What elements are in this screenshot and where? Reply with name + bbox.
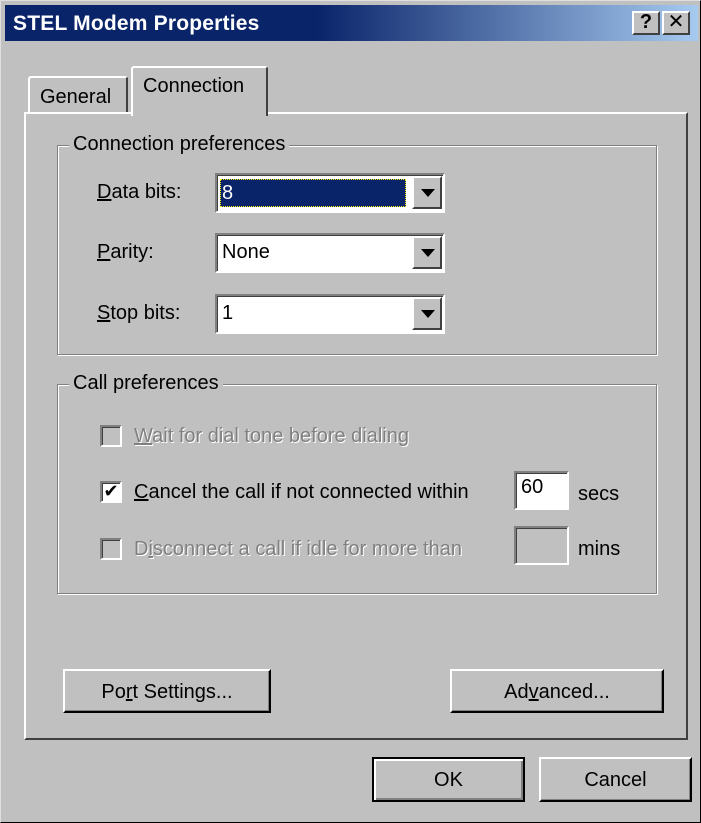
parity-value: None — [222, 241, 270, 263]
tab-general-label: General — [40, 86, 112, 108]
modem-properties-dialog: STEL Modem Properties ? ✕ General Connec… — [0, 0, 701, 823]
ok-label: OK — [434, 769, 463, 791]
cancel-call-seconds-input[interactable]: 60 — [514, 471, 569, 510]
stop-bits-select[interactable]: 1 — [215, 294, 445, 334]
data-bits-select[interactable]: 8 — [215, 173, 445, 213]
disconnect-idle-checkbox[interactable] — [100, 538, 122, 560]
wait-dial-tone-label: Wait for dial tone before dialing — [134, 425, 409, 447]
disconnect-idle-minutes-input[interactable] — [514, 526, 569, 565]
help-button[interactable]: ? — [632, 11, 660, 35]
title-bar[interactable]: STEL Modem Properties ? ✕ — [5, 5, 698, 41]
stop-bits-dropdown-arrow[interactable] — [412, 297, 442, 330]
stop-bits-value: 1 — [222, 302, 234, 324]
mins-unit-label: mins — [578, 538, 621, 560]
call-preferences-legend: Call preferences — [69, 372, 223, 395]
connection-preferences-legend: Connection preferences — [69, 133, 290, 156]
secs-unit-label: secs — [578, 483, 620, 505]
stop-bits-label: Stop bits: — [97, 302, 181, 324]
data-bits-dropdown-arrow[interactable] — [412, 176, 442, 209]
window-title: STEL Modem Properties — [13, 12, 260, 35]
parity-select[interactable]: None — [215, 233, 445, 273]
tab-connection-label: Connection — [143, 75, 245, 97]
port-settings-button[interactable]: Port Settings... — [63, 669, 271, 713]
wait-dial-tone-checkbox[interactable] — [100, 425, 122, 447]
cancel-call-label: Cancel the call if not connected within — [134, 481, 469, 503]
disconnect-idle-label: Disconnect a call if idle for more than — [134, 538, 462, 560]
tab-connection[interactable]: Connection — [131, 66, 268, 116]
cancel-call-checkbox[interactable]: ✔ — [100, 481, 122, 503]
checkmark-icon: ✔ — [103, 481, 119, 501]
parity-dropdown-arrow[interactable] — [412, 236, 442, 269]
advanced-label: Advanced... — [504, 681, 610, 703]
question-mark-icon: ? — [639, 11, 653, 33]
tab-general[interactable]: General — [28, 76, 128, 113]
ok-button[interactable]: OK — [372, 757, 525, 802]
data-bits-value: 8 — [220, 179, 406, 207]
port-settings-label: Port Settings... — [101, 681, 233, 703]
parity-label: Parity: — [97, 241, 154, 263]
close-icon: ✕ — [667, 11, 685, 33]
cancel-call-seconds-value: 60 — [521, 476, 544, 498]
cancel-button[interactable]: Cancel — [539, 757, 692, 802]
data-bits-label: Data bits: — [97, 181, 182, 203]
advanced-button[interactable]: Advanced... — [450, 669, 664, 713]
close-button[interactable]: ✕ — [662, 11, 690, 35]
cancel-label: Cancel — [584, 769, 647, 791]
